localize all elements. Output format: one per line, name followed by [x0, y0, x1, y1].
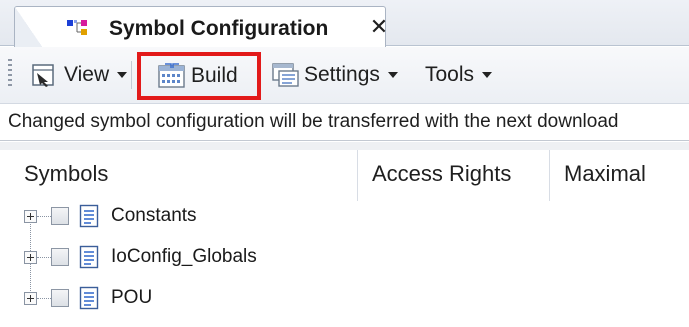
tree-row[interactable]: Constants: [24, 201, 197, 231]
symbols-grid: Symbols Access Rights Maximal Constants …: [0, 142, 689, 327]
chevron-down-icon: [387, 72, 398, 78]
symbol-configuration-icon: [67, 20, 87, 35]
expand-icon[interactable]: [24, 250, 37, 264]
column-header-symbols[interactable]: Symbols: [10, 150, 358, 201]
toolbar-separator: [131, 61, 132, 89]
tab-title: Symbol Configuration: [109, 17, 329, 40]
chevron-down-icon: [482, 72, 493, 78]
tree-row-label: Constants: [111, 205, 197, 226]
tree-row[interactable]: POU: [24, 283, 152, 313]
settings-icon: [272, 63, 299, 87]
document-icon: [79, 245, 99, 269]
build-button[interactable]: Build: [137, 52, 261, 100]
expand-icon[interactable]: [24, 209, 37, 223]
expand-icon[interactable]: [24, 291, 37, 305]
tree-row[interactable]: IoConfig_Globals: [24, 242, 257, 272]
tree-row-label: POU: [111, 287, 153, 308]
row-checkbox[interactable]: [51, 248, 69, 266]
chevron-down-icon: [117, 72, 128, 78]
toolbar-grip[interactable]: [8, 59, 12, 89]
document-icon: [79, 204, 99, 228]
toolbar: View Build Settings Tools: [0, 47, 689, 104]
info-message: Changed symbol configuration will be tra…: [0, 105, 689, 141]
tree-connector: [37, 215, 51, 217]
view-icon: [32, 64, 54, 87]
row-checkbox[interactable]: [51, 289, 69, 307]
settings-dropdown-button[interactable]: Settings: [270, 56, 398, 94]
tab-symbol-configuration[interactable]: Symbol Configuration ✕: [14, 6, 388, 48]
grid-top-spacer: [0, 142, 689, 150]
settings-label: Settings: [304, 63, 380, 86]
build-icon: [158, 63, 185, 88]
column-header-access-rights[interactable]: Access Rights: [358, 150, 550, 201]
tree-connector: [37, 256, 51, 258]
tree-row-label: IoConfig_Globals: [111, 246, 257, 267]
view-dropdown-button[interactable]: View: [31, 56, 128, 94]
column-header-maximal[interactable]: Maximal: [550, 150, 689, 201]
tab-corner: [15, 7, 43, 48]
document-icon: [79, 286, 99, 310]
view-label: View: [64, 63, 110, 86]
close-icon[interactable]: ✕: [368, 15, 390, 39]
editor-tab-strip: Symbol Configuration ✕: [0, 0, 689, 48]
build-label: Build: [191, 64, 238, 87]
tree-connector: [37, 297, 51, 299]
tools-dropdown-button[interactable]: Tools: [425, 56, 493, 94]
tools-label: Tools: [425, 63, 475, 86]
row-checkbox[interactable]: [51, 207, 69, 225]
